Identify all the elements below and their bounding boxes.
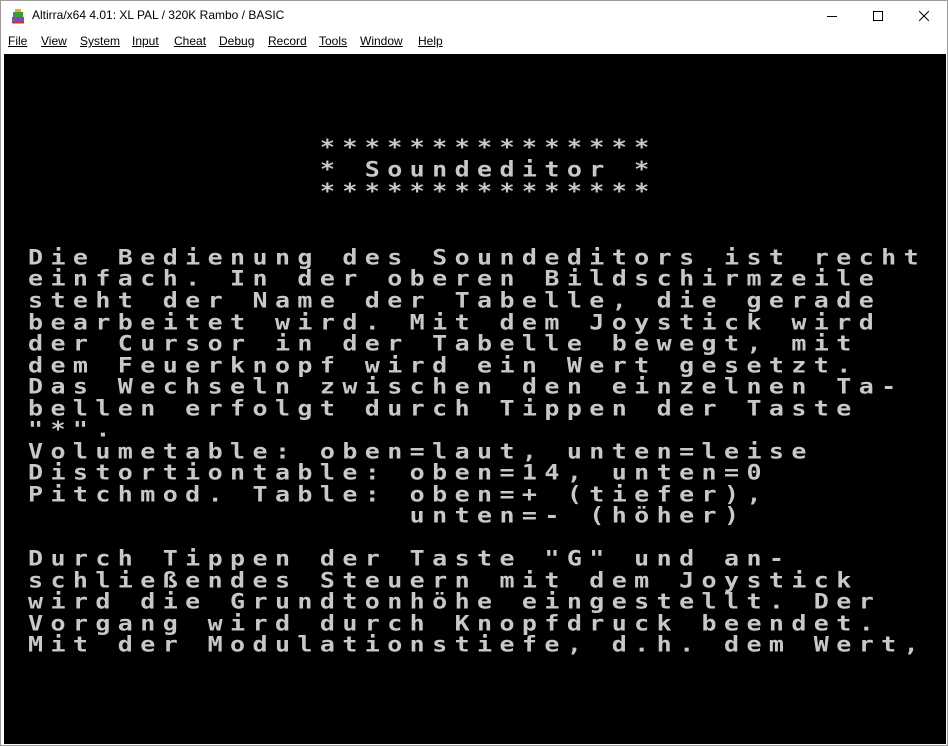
screen-line: steht der Name der Tabelle, die gerade	[28, 287, 882, 313]
minimize-button[interactable]	[809, 1, 855, 31]
screen-line: Distortiontable: oben=14, unten=0	[28, 459, 769, 485]
screen-line: Vorgang wird durch Knopfdruck beendet.	[28, 610, 882, 636]
menu-debug-label: Debug	[219, 34, 255, 48]
menu-input-label: Input	[132, 34, 159, 48]
menu-cheat[interactable]: Cheat	[174, 34, 206, 48]
menu-help-label: Help	[418, 34, 443, 48]
menu-debug[interactable]: Debug	[219, 34, 254, 48]
screen-line: "*".	[28, 416, 118, 442]
menu-tools-label: Tools	[319, 34, 348, 48]
screen-line: Das Wechseln zwischen den einzelnen Ta-	[28, 373, 904, 399]
screen-line: der Cursor in der Tabelle bewegt, mit	[28, 330, 859, 356]
menu-record[interactable]: Record	[268, 34, 307, 48]
menu-view-label: View	[41, 34, 67, 48]
screen-line: Die Bedienung des Soundeditors ist recht	[28, 244, 927, 270]
menu-system[interactable]: System	[80, 34, 120, 48]
menu-view[interactable]: View	[41, 34, 67, 48]
screen-line: wird die Grundtonhöhe eingestellt. Der	[28, 588, 882, 614]
menu-file[interactable]: File	[8, 34, 27, 48]
menu-cheat-label: Cheat	[174, 34, 207, 48]
emulator-window: Altirra/x64 4.01: XL PAL / 320K Rambo / …	[0, 0, 948, 746]
title-bar[interactable]: Altirra/x64 4.01: XL PAL / 320K Rambo / …	[1, 1, 947, 31]
screen-line: schließendes Steuern mit dem Joystick	[28, 567, 859, 593]
screen-line: ***************	[28, 134, 657, 160]
menu-window-label: Window	[360, 34, 403, 48]
maximize-button[interactable]	[855, 1, 901, 31]
screen-line: dem Feuerknopf wird ein Wert gesetzt.	[28, 352, 859, 378]
menu-tools[interactable]: Tools	[319, 34, 347, 48]
menu-input[interactable]: Input	[132, 34, 159, 48]
window-title: Altirra/x64 4.01: XL PAL / 320K Rambo / …	[32, 8, 285, 22]
close-icon	[919, 11, 929, 21]
screen-line: unten=- (höher)	[28, 502, 747, 528]
screen-line: Durch Tippen der Taste "G" und an-	[28, 545, 792, 571]
screen-line: bearbeitet wird. Mit dem Joystick wird	[28, 309, 882, 335]
altirra-app-icon	[12, 9, 24, 24]
menu-bar: File View System Input Cheat Debug Recor…	[1, 31, 947, 52]
menu-system-label: System	[80, 34, 121, 48]
emulator-display[interactable]: *************** * Soundeditor * ********…	[4, 54, 946, 744]
menu-file-label: File	[8, 34, 28, 48]
screen-line: Mit der Modulationstiefe, d.h. dem Wert,	[28, 631, 927, 657]
screen-line: bellen erfolgt durch Tippen der Taste	[28, 395, 859, 421]
screen-line: einfach. In der oberen Bildschirmzeile	[28, 265, 882, 291]
screen-line: * Soundeditor *	[28, 156, 657, 182]
menu-help[interactable]: Help	[418, 34, 443, 48]
menu-record-label: Record	[268, 34, 307, 48]
menu-window[interactable]: Window	[360, 34, 403, 48]
close-button[interactable]	[901, 1, 947, 31]
maximize-icon	[873, 11, 883, 21]
screen-line: Volumetable: oben=laut, unten=leise	[28, 438, 814, 464]
screen-line: Pitchmod. Table: oben=+ (tiefer),	[28, 481, 769, 507]
minimize-icon	[827, 16, 837, 17]
screen-line: ***************	[28, 178, 657, 204]
